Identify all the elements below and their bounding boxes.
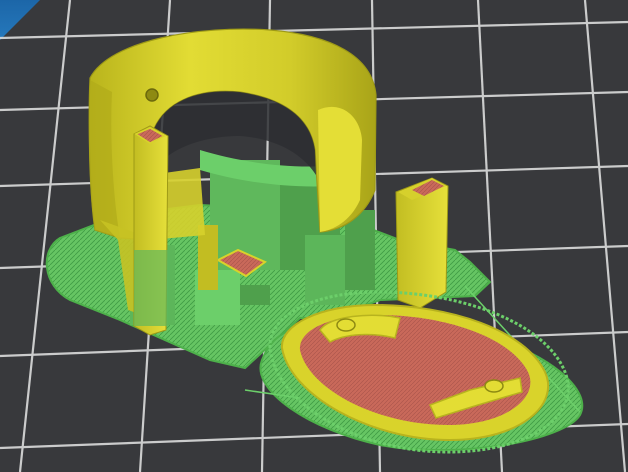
3d-preview-viewport[interactable]	[0, 0, 628, 472]
pillar-right[interactable]	[395, 177, 449, 309]
lid-hole-left-icon	[336, 318, 356, 332]
lid-hole-right-icon	[484, 379, 504, 393]
screw-hole-icon	[145, 88, 159, 102]
pillar-front-left[interactable]	[133, 125, 169, 336]
3d-scene[interactable]	[0, 0, 628, 472]
